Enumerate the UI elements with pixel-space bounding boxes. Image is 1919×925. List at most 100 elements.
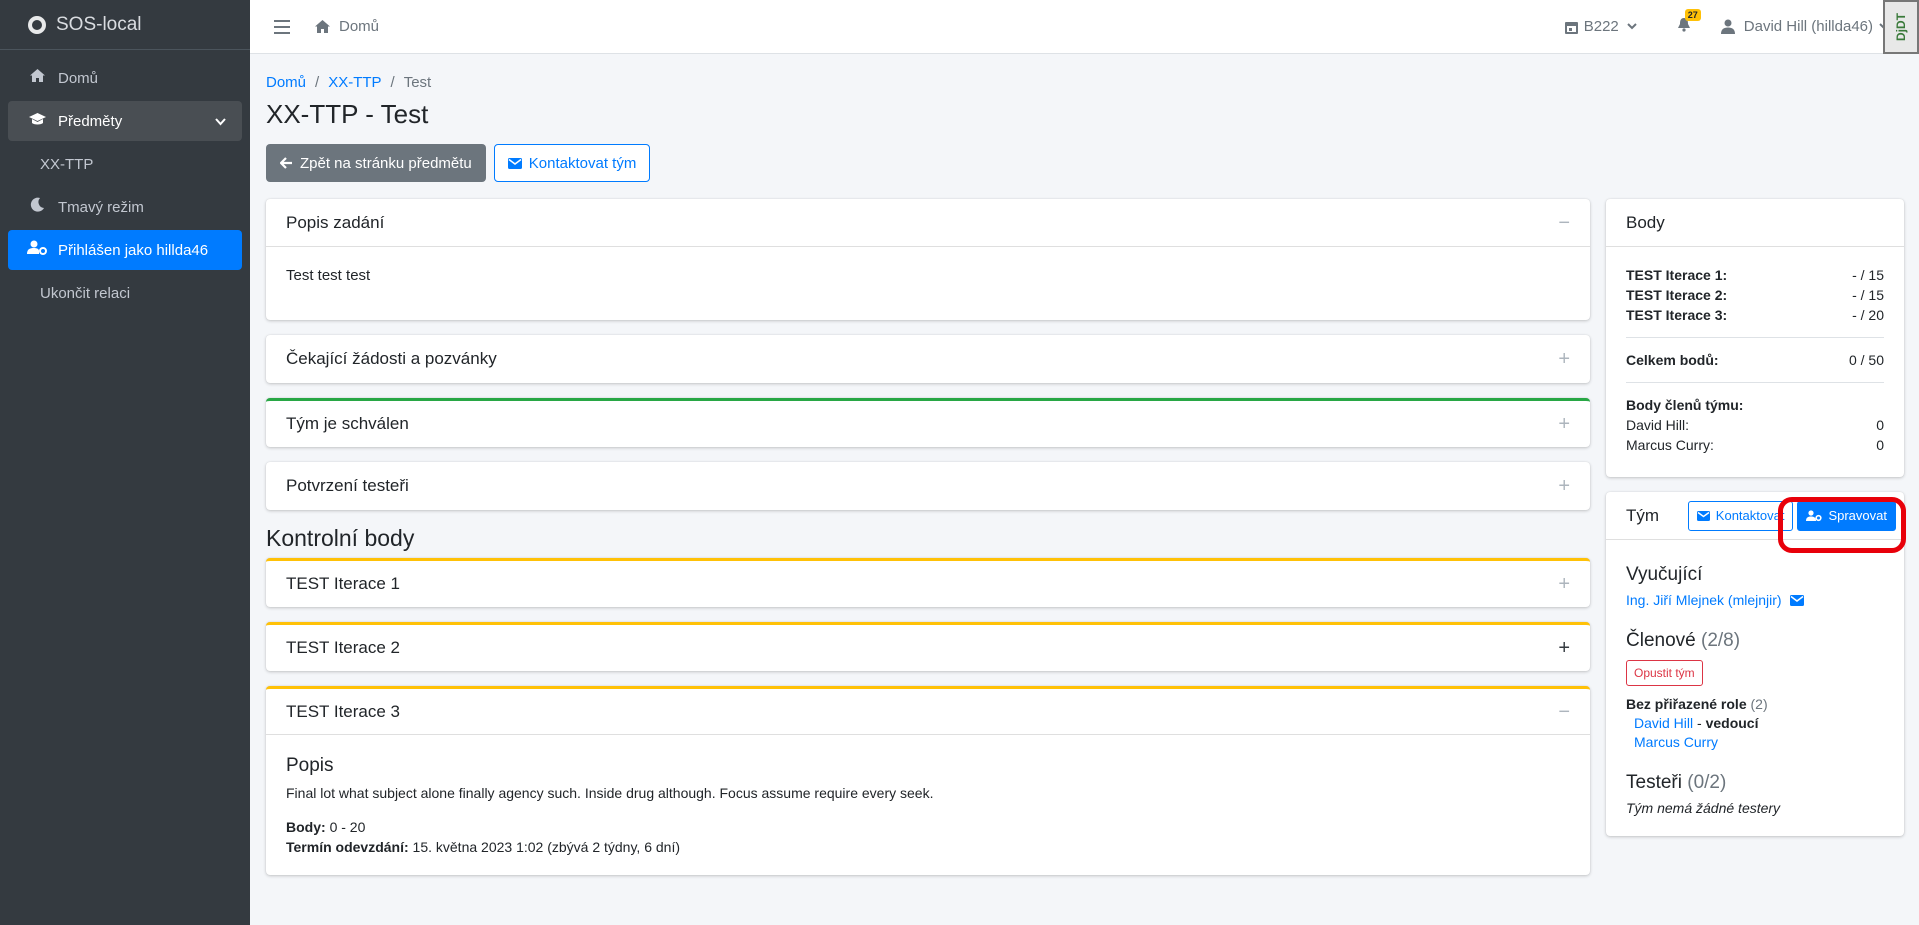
leader-badge: vedoucí [1705, 715, 1759, 731]
approved-card: Tým je schválen + [266, 398, 1590, 447]
sidebar-item-xx-ttp[interactable]: XX-TTP [8, 144, 242, 184]
chevron-down-icon [1627, 23, 1637, 30]
testers-card-header[interactable]: Potvrzení testeři + [266, 462, 1590, 510]
sidebar-item-home[interactable]: Domů [8, 58, 242, 98]
sidebar-item-subjects[interactable]: Předměty [8, 101, 242, 141]
moon-icon [26, 197, 48, 217]
teacher-row: Ing. Jiří Mlejnek (mlejnjir) [1626, 592, 1884, 608]
checkpoint-deadline-label: Termín odevzdání: [286, 839, 409, 855]
checkpoint-deadline: Termín odevzdání: 15. května 2023 1:02 (… [286, 839, 1570, 855]
envelope-icon[interactable] [1789, 594, 1804, 606]
semester-dropdown[interactable]: B222 [1564, 18, 1637, 35]
testers-card: Potvrzení testeři + [266, 462, 1590, 510]
card-title: Tým je schválen [286, 414, 409, 433]
checkpoint-description-heading: Popis [286, 755, 334, 776]
user-cog-icon [26, 240, 48, 260]
notifications-badge: 27 [1684, 9, 1701, 21]
checkpoint-header[interactable]: TEST Iterace 2 + [266, 625, 1590, 671]
pending-card-header[interactable]: Čekající žádosti a pozvánky + [266, 335, 1590, 383]
sidebar-item-label: Ukončit relaci [40, 284, 131, 302]
contact-team-button[interactable]: Kontaktovat tým [493, 144, 651, 182]
sidebar-item-label: XX-TTP [40, 155, 94, 173]
points-row: TEST Iterace 2: - / 15 [1626, 287, 1884, 303]
testers-heading: Testeři (0/2) [1626, 772, 1727, 793]
sidebar-item-label: Přihlášen jako hillda46 [58, 241, 209, 259]
member-link[interactable]: Marcus Curry [1634, 734, 1718, 750]
checkpoint-card: TEST Iterace 1 + [266, 558, 1590, 607]
teacher-heading: Vyučující [1626, 564, 1703, 585]
contact-team-label: Kontaktovat tým [528, 154, 637, 172]
approved-card-header[interactable]: Tým je schválen + [266, 401, 1590, 447]
team-member: Marcus Curry [1626, 734, 1884, 750]
breadcrumb-home[interactable]: Domů [266, 74, 306, 91]
brand-name: SOS-local [56, 13, 142, 35]
team-card-header: Tým Kontaktovat Spravovat [1606, 492, 1906, 553]
description-card-header[interactable]: Popis zadání − [266, 199, 1590, 247]
sidebar-item-label: Tmavý režim [58, 198, 144, 216]
lifebuoy-icon [28, 15, 46, 34]
minus-icon[interactable]: − [1558, 213, 1570, 233]
points-row: TEST Iterace 1: - / 15 [1626, 267, 1884, 283]
plus-icon[interactable]: + [1558, 638, 1570, 658]
brand[interactable]: SOS-local [0, 0, 250, 50]
points-row: TEST Iterace 3: - / 20 [1626, 307, 1884, 323]
role-count: (2) [1750, 696, 1768, 712]
minus-icon[interactable]: − [1558, 702, 1570, 722]
members-points-label: Body členů týmu: [1626, 397, 1744, 413]
card-title: Tým [1626, 505, 1660, 525]
chevron-down-icon [215, 114, 226, 129]
sidebar-item-label: Předměty [58, 112, 123, 130]
back-button-label: Zpět na stránku předmětu [300, 154, 472, 172]
points-body: TEST Iterace 1: - / 15 TEST Iterace 2: - /… [1606, 247, 1904, 477]
member-link[interactable]: David Hill [1634, 715, 1693, 731]
member-points-row: Marcus Curry: 0 [1626, 437, 1884, 453]
points-card-header: Body [1606, 199, 1904, 247]
breadcrumb: Domů / XX-TTP / Test [266, 74, 432, 91]
divider [1626, 382, 1884, 383]
no-testers-text: Tým nemá žádné testery [1626, 800, 1781, 816]
role-label: Bez přiřazené role (2) [1626, 696, 1768, 712]
team-contact-button[interactable]: Kontaktovat [1687, 500, 1794, 531]
leave-team-button[interactable]: Opustit tým [1626, 660, 1703, 686]
manage-team-label: Spravovat [1828, 508, 1887, 523]
members-heading: Členové (2/8) [1626, 630, 1741, 651]
manage-team-button[interactable]: Spravovat [1797, 500, 1896, 531]
card-title: Body [1626, 212, 1665, 232]
checkpoint-header[interactable]: TEST Iterace 3 − [266, 689, 1590, 735]
sidebar-nav: Domů Předměty XX-TTP Tmavý režim Přihláš… [0, 50, 250, 324]
page-title: XX-TTP - Test [266, 99, 429, 129]
team-member: David Hill - vedoucí [1634, 715, 1759, 731]
points-card: Body TEST Iterace 1: - / 15 TEST Iterace … [1606, 199, 1904, 477]
points-total: Celkem bodů: 0 / 50 [1626, 352, 1884, 368]
plus-icon[interactable]: + [1558, 414, 1570, 434]
back-button[interactable]: Zpět na stránku předmětu [266, 144, 486, 182]
card-title: TEST Iterace 1 [286, 574, 401, 593]
topbar-right: B222 27 David Hill (hillda46) [1564, 9, 1919, 36]
breadcrumb-current: Test [403, 74, 432, 91]
home-icon [26, 68, 48, 88]
sidebar-item-logout[interactable]: Ukončit relaci [8, 273, 242, 313]
users-cog-icon [1806, 509, 1823, 521]
sidebar-item-logged-in[interactable]: Přihlášen jako hillda46 [8, 230, 242, 270]
sidebar-item-dark-mode[interactable]: Tmavý režim [8, 187, 242, 227]
plus-icon[interactable]: + [1558, 476, 1570, 496]
checkpoint-points-label: Body: [286, 819, 326, 835]
checkpoint-header[interactable]: TEST Iterace 1 + [266, 561, 1590, 607]
left-column: Popis zadání − Test test test Čekající ž… [266, 199, 1590, 890]
debug-toolbar-toggle[interactable]: DjDT [1883, 0, 1919, 54]
topbar-home-label: Domů [339, 18, 380, 35]
breadcrumb-subject[interactable]: XX-TTP [328, 74, 381, 91]
checkpoint-points-value: 0 - 20 [329, 819, 366, 835]
hamburger-menu-icon[interactable] [274, 19, 290, 34]
notifications-button[interactable]: 27 [1677, 9, 1701, 36]
plus-icon[interactable]: + [1558, 349, 1570, 369]
topbar-home-link[interactable]: Domů [314, 18, 379, 35]
plus-icon[interactable]: + [1558, 574, 1570, 594]
user-dropdown[interactable]: David Hill (hillda46) [1720, 18, 1889, 35]
teacher-link[interactable]: Ing. Jiří Mlejnek (mlejnjir) [1626, 592, 1782, 608]
columns: Popis zadání − Test test test Čekající ž… [266, 199, 1906, 890]
semester-label: B222 [1583, 18, 1619, 35]
members-count: (2/8) [1701, 630, 1741, 651]
checkpoint-deadline-value: 15. května 2023 1:02 (zbývá 2 týdny, 6 d… [412, 839, 681, 855]
checkpoint-card: TEST Iterace 2 + [266, 622, 1590, 671]
